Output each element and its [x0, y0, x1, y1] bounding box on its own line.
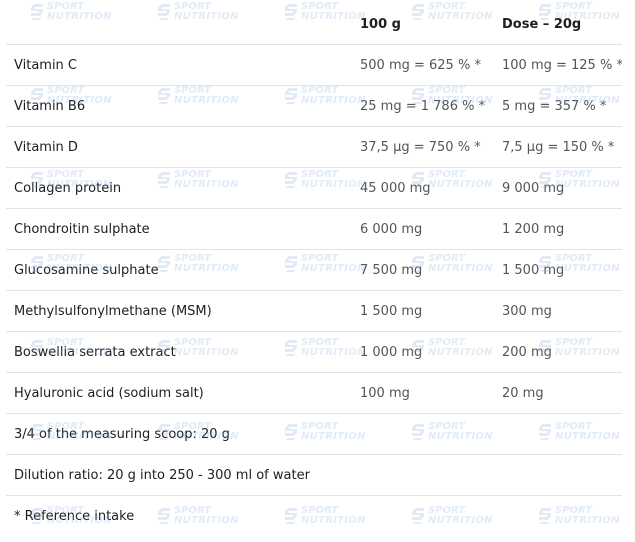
ingredient-name: Chondroitin sulphate [6, 208, 352, 250]
dilution-ratio-note: Dilution ratio: 20 g into 250 - 300 ml o… [6, 454, 622, 496]
table-row: Methylsulfonylmethane (MSM) 1 500 mg 300… [6, 290, 622, 332]
nutrition-facts-sheet: 100 g Dose – 20g Vitamin C 500 mg = 625 … [0, 0, 635, 542]
serving-size-note: 3/4 of the measuring scoop: 20 g [6, 413, 622, 455]
table-header: 100 g Dose – 20g [6, 4, 622, 45]
amount-per-100g: 6 000 mg [352, 208, 494, 250]
header-per-100g: 100 g [352, 4, 494, 45]
table-body: Vitamin C 500 mg = 625 % * 100 mg = 125 … [6, 44, 622, 537]
amount-per-dose: 1 200 mg [494, 208, 622, 250]
amount-per-100g: 7 500 mg [352, 249, 494, 291]
ingredient-name: Vitamin C [6, 44, 352, 86]
amount-per-dose: 300 mg [494, 290, 622, 332]
table-row: Vitamin B6 25 mg = 1 786 % * 5 mg = 357 … [6, 85, 622, 127]
amount-per-100g: 37,5 µg = 750 % * [352, 126, 494, 168]
amount-per-dose: 9 000 mg [494, 167, 622, 209]
amount-per-dose: 1 500 mg [494, 249, 622, 291]
amount-per-100g: 45 000 mg [352, 167, 494, 209]
amount-per-100g: 1 500 mg [352, 290, 494, 332]
amount-per-dose: 5 mg = 357 % * [494, 85, 622, 127]
amount-per-100g: 100 mg [352, 372, 494, 414]
table-row: Collagen protein 45 000 mg 9 000 mg [6, 167, 622, 209]
ingredient-name: Glucosamine sulphate [6, 249, 352, 291]
nutrition-table: 100 g Dose – 20g Vitamin C 500 mg = 625 … [6, 4, 622, 536]
table-row: Boswellia serrata extract 1 000 mg 200 m… [6, 331, 622, 373]
header-dose: Dose – 20g [494, 4, 622, 45]
note-row: Dilution ratio: 20 g into 250 - 300 ml o… [6, 454, 622, 496]
note-row: 3/4 of the measuring scoop: 20 g [6, 413, 622, 455]
ingredient-name: Hyaluronic acid (sodium salt) [6, 372, 352, 414]
ingredient-name: Collagen protein [6, 167, 352, 209]
amount-per-dose: 7,5 µg = 150 % * [494, 126, 622, 168]
amount-per-100g: 25 mg = 1 786 % * [352, 85, 494, 127]
amount-per-dose: 100 mg = 125 % * [494, 44, 622, 86]
ingredient-name: Methylsulfonylmethane (MSM) [6, 290, 352, 332]
table-row: Hyaluronic acid (sodium salt) 100 mg 20 … [6, 372, 622, 414]
table-row: Chondroitin sulphate 6 000 mg 1 200 mg [6, 208, 622, 250]
table-row: Glucosamine sulphate 7 500 mg 1 500 mg [6, 249, 622, 291]
note-row: * Reference intake [6, 496, 622, 537]
amount-per-100g: 1 000 mg [352, 331, 494, 373]
header-name [6, 4, 352, 45]
table-row: Vitamin D 37,5 µg = 750 % * 7,5 µg = 150… [6, 126, 622, 168]
header-row: 100 g Dose – 20g [6, 4, 622, 45]
reference-intake-note: * Reference intake [14, 508, 135, 524]
ingredient-name: Boswellia serrata extract [6, 331, 352, 373]
amount-per-100g: 500 mg = 625 % * [352, 44, 494, 86]
ingredient-name: Vitamin B6 [6, 85, 352, 127]
table-row: Vitamin C 500 mg = 625 % * 100 mg = 125 … [6, 44, 622, 86]
amount-per-dose: 200 mg [494, 331, 622, 373]
amount-per-dose: 20 mg [494, 372, 622, 414]
ingredient-name: Vitamin D [6, 126, 352, 168]
